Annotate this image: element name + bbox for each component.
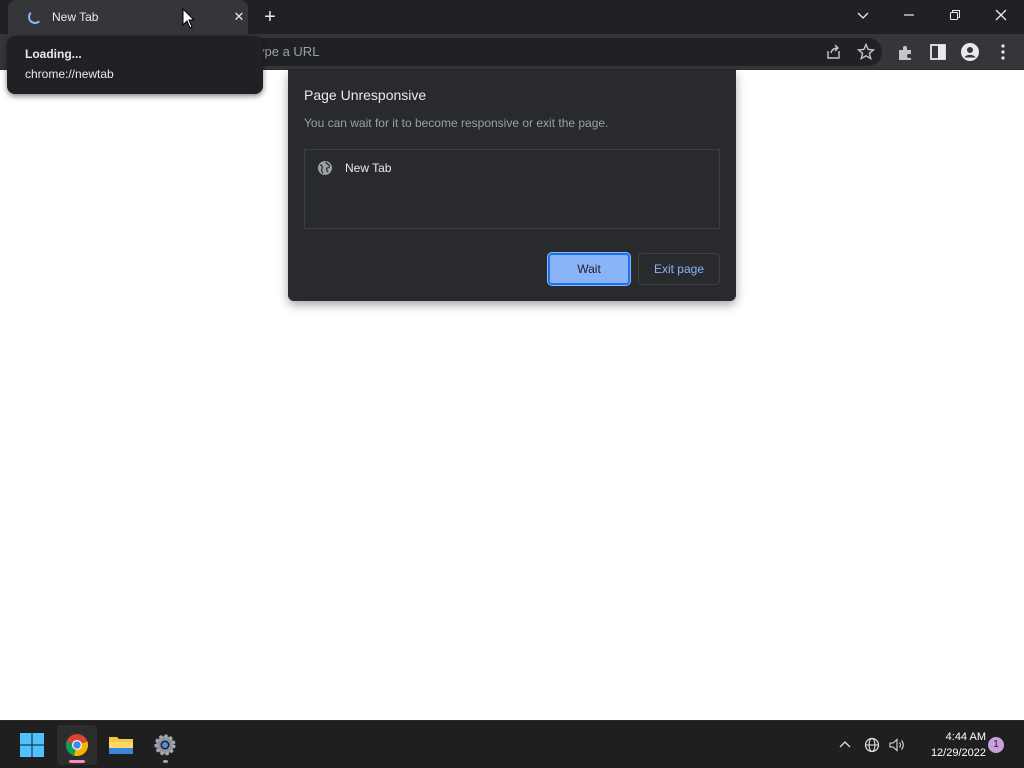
tab-search-button[interactable] (843, 0, 883, 30)
tab-strip: New Tab ✕ + (0, 0, 1024, 34)
running-app-indicator (163, 760, 168, 763)
minimize-icon (904, 14, 914, 16)
dialog-description: You can wait for it to become responsive… (304, 116, 609, 130)
chevron-down-icon (857, 12, 869, 19)
unresponsive-pages-list: New Tab (304, 149, 720, 229)
settings-icon (154, 734, 176, 756)
clock[interactable]: 4:44 AM 12/29/2022 (914, 729, 986, 761)
active-app-indicator (69, 760, 85, 763)
show-hidden-icons-button[interactable] (835, 735, 855, 755)
restore-icon (950, 10, 960, 20)
page-unresponsive-dialog: Page Unresponsive You can wait for it to… (288, 70, 736, 301)
hover-card-url: chrome://newtab (25, 67, 114, 81)
notification-badge[interactable]: 1 (988, 737, 1004, 753)
taskbar-app-settings[interactable] (145, 725, 185, 765)
new-tab-button[interactable]: + (258, 6, 282, 28)
tab-title: New Tab (52, 10, 99, 24)
wait-button[interactable]: Wait (548, 253, 630, 285)
mouse-cursor-icon (182, 8, 196, 29)
volume-icon (889, 738, 904, 752)
network-button[interactable] (862, 735, 882, 755)
taskbar-app-chrome[interactable] (57, 725, 97, 765)
globe-icon (318, 161, 332, 175)
minimize-button[interactable] (889, 0, 929, 30)
network-globe-icon (864, 737, 880, 753)
chevron-up-icon (839, 741, 851, 748)
close-window-button[interactable] (981, 0, 1021, 30)
tab-close-button[interactable]: ✕ (230, 8, 248, 26)
extensions-icon[interactable] (896, 42, 916, 62)
hover-card-title: Loading... (25, 47, 82, 61)
start-button[interactable] (12, 725, 52, 765)
exit-page-button[interactable]: Exit page (638, 253, 720, 285)
address-bar-placeholder: ype a URL (258, 44, 320, 59)
volume-button[interactable] (887, 735, 907, 755)
clock-date: 12/29/2022 (930, 747, 986, 759)
share-icon[interactable] (824, 42, 844, 62)
list-item-label: New Tab (345, 161, 392, 175)
profile-avatar-icon[interactable] (960, 42, 980, 62)
file-explorer-icon (109, 737, 133, 754)
address-bar[interactable]: ype a URL (240, 38, 882, 66)
bookmark-star-icon[interactable] (856, 42, 876, 62)
clock-time: 4:44 AM (945, 731, 986, 743)
tab-new-tab[interactable]: New Tab ✕ (8, 0, 248, 34)
start-icon (20, 733, 44, 757)
side-panel-icon[interactable] (928, 42, 948, 62)
chrome-icon (65, 734, 89, 757)
taskbar-app-file-explorer[interactable] (101, 725, 141, 765)
more-menu-icon[interactable] (993, 42, 1013, 62)
taskbar: 4:44 AM 12/29/2022 1 (0, 720, 1024, 768)
close-icon (995, 9, 1007, 21)
tab-hover-card: Loading... chrome://newtab (7, 36, 263, 94)
dialog-title: Page Unresponsive (304, 87, 427, 103)
restore-button[interactable] (935, 0, 975, 30)
loading-spinner-icon (28, 10, 42, 24)
